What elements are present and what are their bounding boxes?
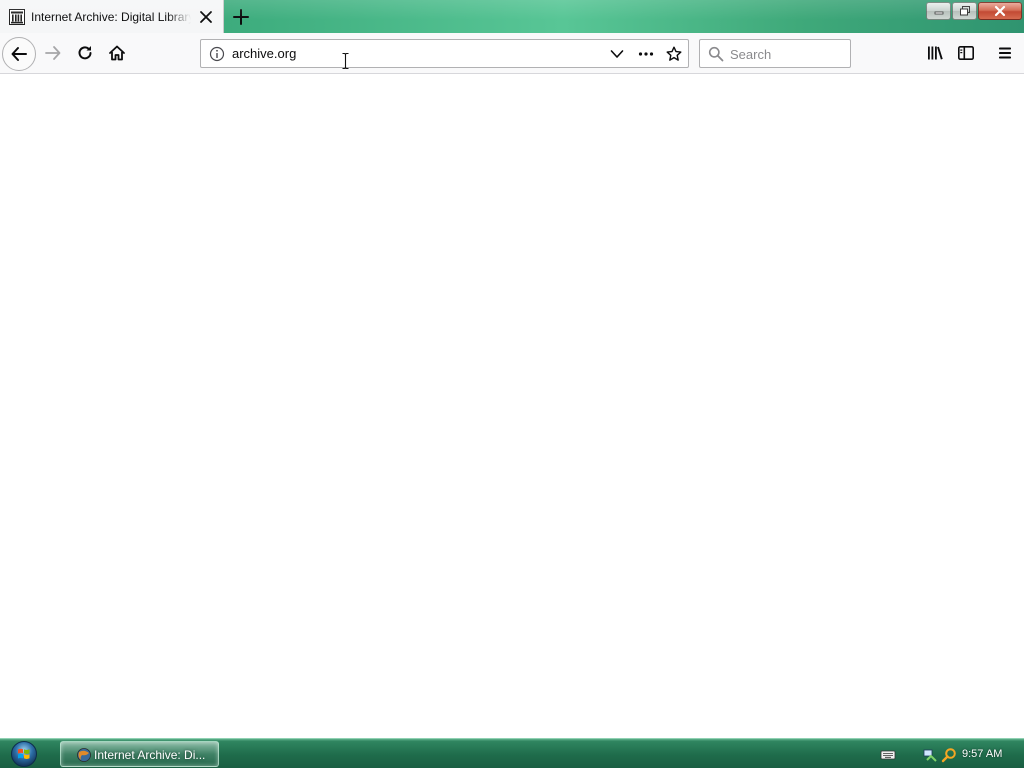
new-tab-icon[interactable] xyxy=(231,7,251,27)
close-window-button[interactable] xyxy=(978,2,1022,20)
minimize-button[interactable] xyxy=(926,2,951,20)
page-content xyxy=(0,75,1024,738)
keyboard-icon[interactable] xyxy=(880,747,896,763)
system-clock[interactable]: 9:57 AM xyxy=(962,747,1002,761)
taskbar-item-browser[interactable]: Internet Archive: Di... xyxy=(60,741,219,767)
restore-button[interactable] xyxy=(952,2,977,20)
search-bar[interactable] xyxy=(699,39,851,68)
bookmark-star-icon[interactable] xyxy=(666,46,682,62)
sidebar-icon[interactable] xyxy=(957,44,975,62)
reload-icon[interactable] xyxy=(76,44,94,62)
network-icon[interactable] xyxy=(922,747,938,763)
restore-icon xyxy=(959,6,970,16)
close-icon xyxy=(994,5,1006,17)
home-icon[interactable] xyxy=(108,44,126,62)
back-button[interactable] xyxy=(2,37,36,71)
start-button[interactable] xyxy=(9,740,39,768)
navigation-toolbar: archive.org xyxy=(0,33,1024,74)
minimize-icon xyxy=(934,11,943,15)
search-input[interactable] xyxy=(730,45,844,63)
back-arrow-icon xyxy=(11,47,27,61)
tab-internet-archive[interactable]: Internet Archive: Digital Library xyxy=(0,0,224,33)
search-tray-icon[interactable] xyxy=(941,747,957,763)
hamburger-menu-icon[interactable] xyxy=(996,44,1014,62)
taskbar: Internet Archive: Di... 9:57 AM xyxy=(0,738,1024,768)
info-icon[interactable] xyxy=(209,46,225,62)
url-text[interactable]: archive.org xyxy=(232,46,296,62)
address-bar[interactable]: archive.org xyxy=(200,39,689,68)
text-cursor-icon xyxy=(342,52,349,70)
taskbar-item-label: Internet Archive: Di... xyxy=(94,748,206,762)
search-icon xyxy=(708,46,724,62)
chevron-down-icon[interactable] xyxy=(609,46,625,62)
browser-app-icon xyxy=(77,748,91,762)
library-icon[interactable] xyxy=(926,44,944,62)
forward-arrow-icon[interactable] xyxy=(44,44,62,62)
window-controls xyxy=(926,2,1022,22)
page-actions-icon[interactable] xyxy=(638,46,654,62)
archive-building-icon xyxy=(9,9,25,25)
tab-title: Internet Archive: Digital Library xyxy=(31,10,191,24)
title-bar: Internet Archive: Digital Library xyxy=(0,0,1024,33)
close-tab-icon[interactable] xyxy=(198,9,214,25)
